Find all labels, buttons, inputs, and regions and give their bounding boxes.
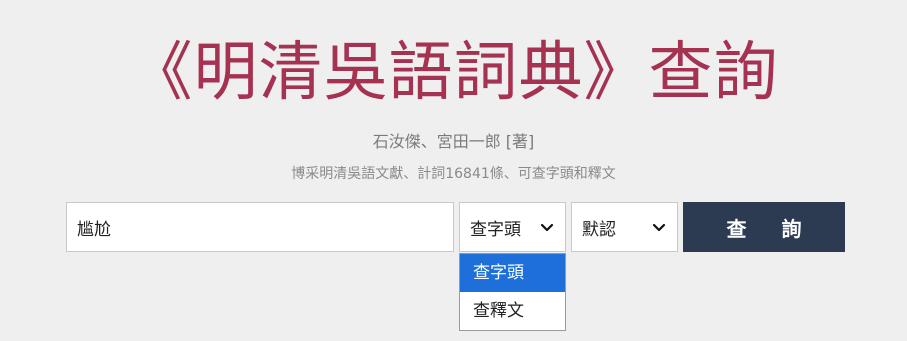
- search-field-select-value: 查字頭: [470, 219, 521, 240]
- search-input[interactable]: [66, 202, 454, 252]
- chevron-down-icon: [652, 223, 666, 232]
- author-line: 石汝傑、宮田一郎 [著]: [372, 132, 535, 151]
- dropdown-option-definition[interactable]: 查釋文: [460, 292, 565, 330]
- search-mode-select[interactable]: 默認: [571, 202, 678, 252]
- search-field-select[interactable]: 查字頭: [459, 202, 566, 252]
- subtitle: 博采明清吳語文獻、計詞16841條、可查字頭和釋文: [291, 166, 616, 182]
- search-field-dropdown: 查字頭 查釋文: [459, 253, 566, 331]
- search-button[interactable]: 查 詢: [683, 202, 845, 252]
- search-mode-select-value: 默認: [582, 219, 616, 240]
- page-title: 《明清吳語詞典》查詢: [128, 36, 779, 110]
- chevron-down-icon: [540, 223, 554, 232]
- dropdown-option-headword[interactable]: 查字頭: [460, 254, 565, 292]
- page: 《明清吳語詞典》查詢 石汝傑、宮田一郎 [著] 博采明清吳語文獻、計詞16841…: [0, 0, 907, 341]
